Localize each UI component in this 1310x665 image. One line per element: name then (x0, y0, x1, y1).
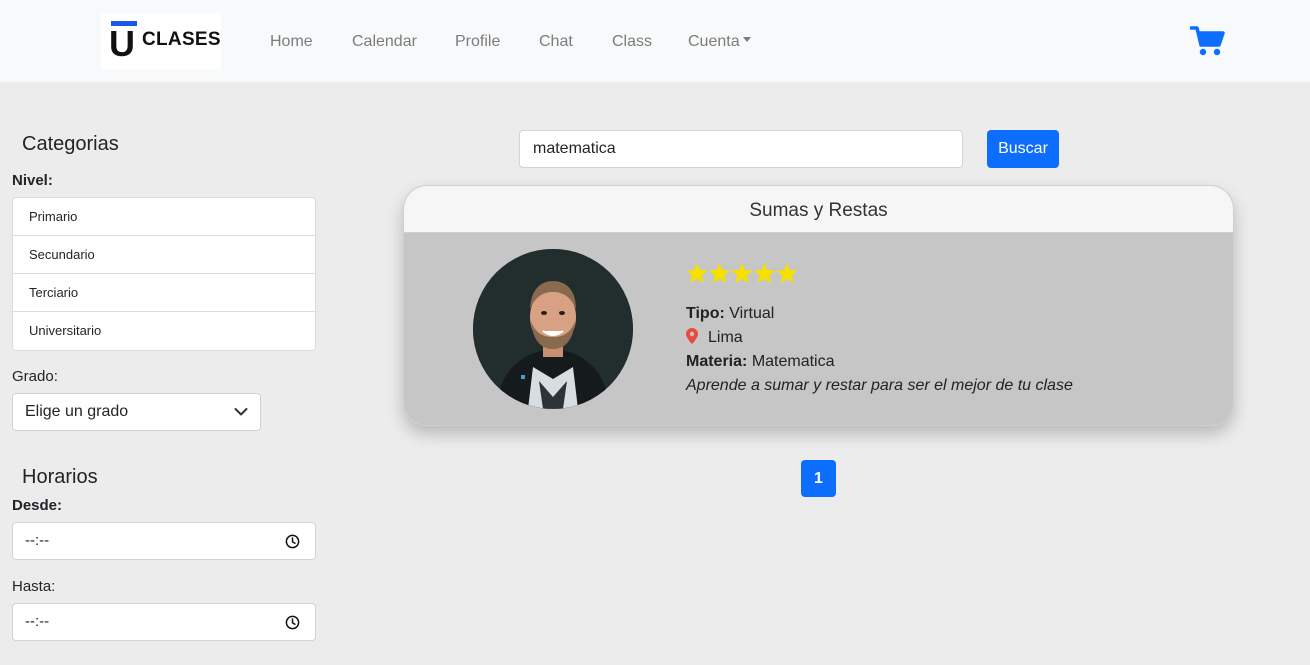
clock-icon[interactable] (285, 615, 300, 630)
clock-icon[interactable] (285, 534, 300, 549)
location-value: Lima (708, 329, 743, 346)
nav-profile[interactable]: Profile (455, 32, 500, 52)
class-title: Sumas y Restas (404, 186, 1233, 233)
caret-down-icon (742, 37, 751, 42)
star-icon (731, 263, 753, 283)
logo-text: CLASES (142, 29, 221, 50)
nivel-item-primario[interactable]: Primario (13, 198, 315, 236)
search-input[interactable]: matematica (519, 130, 963, 168)
hasta-time-input[interactable]: --:-- (12, 603, 316, 641)
nivel-item-secundario[interactable]: Secundario (13, 236, 315, 274)
categorias-title: Categorias (22, 133, 119, 155)
nav-class[interactable]: Class (612, 32, 652, 52)
shopping-cart-icon[interactable] (1189, 25, 1226, 57)
search-button[interactable]: Buscar (987, 130, 1059, 168)
desde-time-value: --:-- (25, 532, 50, 549)
teacher-avatar (473, 249, 633, 409)
chevron-down-icon (234, 408, 248, 416)
map-pin-icon (686, 328, 698, 344)
nivel-list: Primario Secundario Terciario Universita… (12, 197, 316, 351)
materia-value: Matematica (751, 353, 835, 370)
horarios-title: Horarios (22, 466, 98, 488)
materia-row: Materia: Matematica (686, 352, 835, 372)
nav-calendar[interactable]: Calendar (352, 32, 417, 52)
hasta-time-value: --:-- (25, 613, 50, 630)
hasta-label: Hasta: (12, 578, 56, 595)
star-icon (754, 263, 775, 283)
nav-chat[interactable]: Chat (539, 32, 573, 52)
search-input-value: matematica (533, 140, 616, 157)
class-description: Aprende a sumar y restar para ser el mej… (686, 377, 1073, 394)
tipo-row: Tipo: Virtual (686, 304, 774, 324)
brand-logo[interactable]: U CLASES (101, 13, 221, 69)
grado-select-value: Elige un grado (25, 403, 129, 420)
class-card[interactable]: Sumas y Restas Tipo: Virtual Lima Materi… (403, 185, 1234, 426)
nivel-item-terciario[interactable]: Terciario (13, 274, 315, 312)
nivel-label: Nivel: (12, 172, 53, 189)
navbar: U CLASES Home Calendar Profile Chat Clas… (0, 0, 1310, 82)
nav-cuenta-dropdown[interactable]: Cuenta (688, 32, 751, 52)
materia-label: Materia: (686, 353, 748, 370)
star-icon (709, 263, 730, 283)
logo-letter: U (109, 23, 135, 64)
desde-label: Desde: (12, 497, 63, 514)
nivel-item-universitario[interactable]: Universitario (13, 312, 315, 350)
location-row: Lima (686, 328, 743, 348)
star-icon (686, 263, 708, 283)
tipo-label: Tipo: (686, 305, 725, 322)
rating-stars (686, 262, 798, 286)
pagination-page-1[interactable]: 1 (801, 460, 836, 497)
grado-select[interactable]: Elige un grado (12, 393, 261, 431)
desde-time-input[interactable]: --:-- (12, 522, 316, 560)
grado-label: Grado: (12, 368, 58, 385)
nav-cuenta-label: Cuenta (688, 33, 740, 50)
tipo-value: Virtual (729, 305, 775, 322)
nav-home[interactable]: Home (270, 32, 313, 52)
star-icon (776, 263, 798, 283)
